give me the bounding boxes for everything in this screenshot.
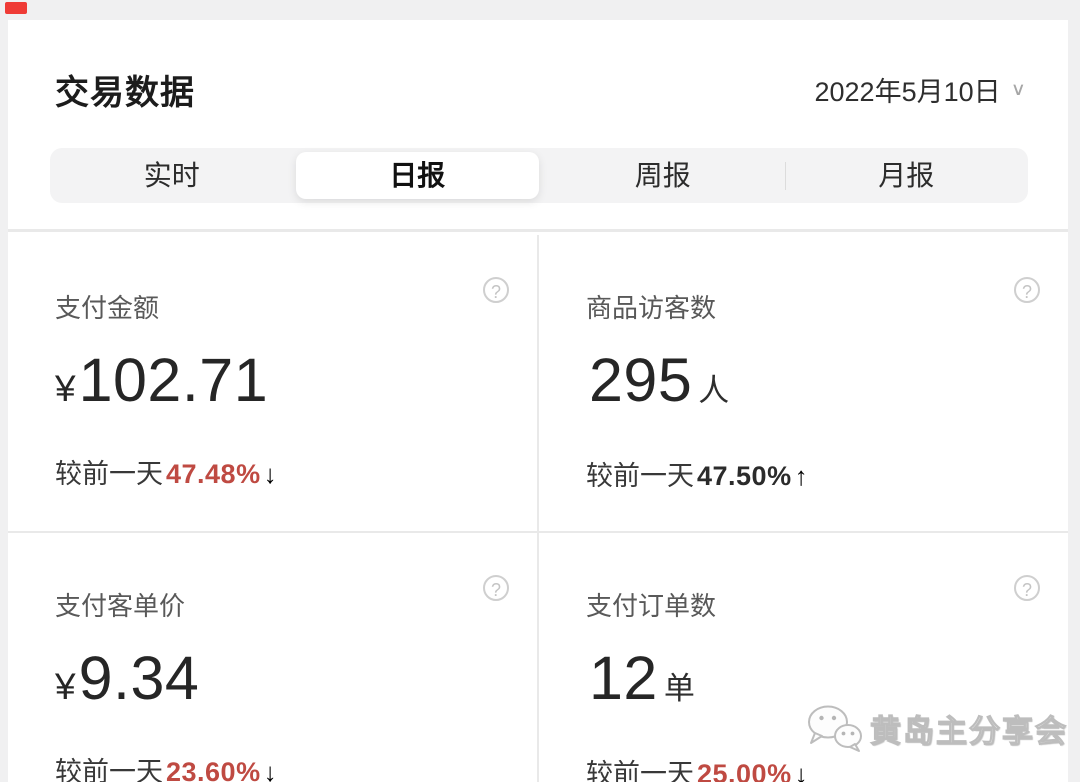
metric-number: 102.71: [79, 347, 269, 413]
tab-realtime[interactable]: 实时: [50, 152, 294, 199]
header-section: 交易数据 2022年5月10日 ∨ 实时 日报 周报 月报: [8, 20, 1068, 232]
tab-monthly[interactable]: 月报: [785, 152, 1029, 199]
compare-label: 较前一天: [55, 756, 163, 782]
chevron-down-icon: ∨: [1011, 79, 1026, 100]
metric-value: 295人: [586, 347, 1028, 424]
date-picker[interactable]: 2022年5月10日 ∨: [815, 70, 1027, 109]
currency-symbol: ¥: [55, 654, 76, 720]
help-icon[interactable]: ?: [483, 575, 509, 601]
metric-change-row: 较前一天47.48%↓: [55, 458, 497, 490]
arrow-up-icon: ↑: [795, 460, 808, 492]
metric-number: 295: [589, 347, 692, 413]
change-percent: 23.60%: [166, 756, 261, 782]
date-label: 2022年5月10日: [815, 70, 1001, 109]
report-period-tabbar: 实时 日报 周报 月报: [50, 148, 1028, 203]
watermark-text: 黄岛主分享会: [870, 706, 1068, 751]
watermark: 黄岛主分享会: [805, 703, 1068, 753]
metric-number: 12: [589, 645, 658, 711]
tab-daily[interactable]: 日报: [296, 152, 540, 199]
change-percent: 47.50%: [697, 460, 792, 492]
main-panel: 交易数据 2022年5月10日 ∨ 实时 日报 周报 月报 支付金额 ¥102.…: [8, 20, 1068, 782]
header-row: 交易数据 2022年5月10日 ∨: [8, 20, 1068, 114]
metric-unit: 人: [698, 358, 729, 424]
help-icon[interactable]: ?: [483, 277, 509, 303]
metric-value: ¥102.71: [55, 347, 497, 422]
transaction-data-page: 交易数据 2022年5月10日 ∨ 实时 日报 周报 月报 支付金额 ¥102.…: [0, 0, 1080, 782]
metric-label: 支付客单价: [55, 591, 497, 621]
card-payment-per-customer: 支付客单价 ¥9.34 较前一天23.60%↓ ?: [8, 533, 537, 782]
help-icon[interactable]: ?: [1014, 575, 1040, 601]
card-product-visitors: 商品访客数 295人 较前一天47.50%↑ ?: [539, 235, 1068, 531]
metric-number: 9.34: [79, 645, 200, 711]
metric-change-row: 较前一天23.60%↓: [55, 756, 497, 782]
metric-value: ¥9.34: [55, 645, 497, 720]
metric-change-row: 较前一天25.00%↓: [586, 758, 1028, 782]
wechat-icon: [805, 703, 863, 753]
change-percent: 47.48%: [166, 458, 261, 490]
metric-unit: 单: [664, 656, 695, 722]
arrow-down-icon: ↓: [264, 458, 277, 490]
compare-label: 较前一天: [586, 460, 694, 492]
change-percent: 25.00%: [697, 758, 792, 782]
metric-change-row: 较前一天47.50%↑: [586, 460, 1028, 492]
page-title: 交易数据: [55, 65, 195, 114]
compare-label: 较前一天: [586, 758, 694, 782]
metric-label: 支付金额: [55, 293, 497, 323]
compare-label: 较前一天: [55, 458, 163, 490]
tab-weekly[interactable]: 周报: [541, 152, 785, 199]
arrow-down-icon: ↓: [264, 756, 277, 782]
help-icon[interactable]: ?: [1014, 277, 1040, 303]
corner-red-mark: [5, 2, 27, 14]
metric-cards-grid: 支付金额 ¥102.71 较前一天47.48%↓ ? 商品访客数 295人 较前…: [8, 235, 1068, 782]
metric-label: 商品访客数: [586, 293, 1028, 323]
currency-symbol: ¥: [55, 356, 76, 422]
card-payment-amount: 支付金额 ¥102.71 较前一天47.48%↓ ?: [8, 235, 537, 531]
arrow-down-icon: ↓: [795, 758, 808, 782]
metric-label: 支付订单数: [586, 591, 1028, 621]
